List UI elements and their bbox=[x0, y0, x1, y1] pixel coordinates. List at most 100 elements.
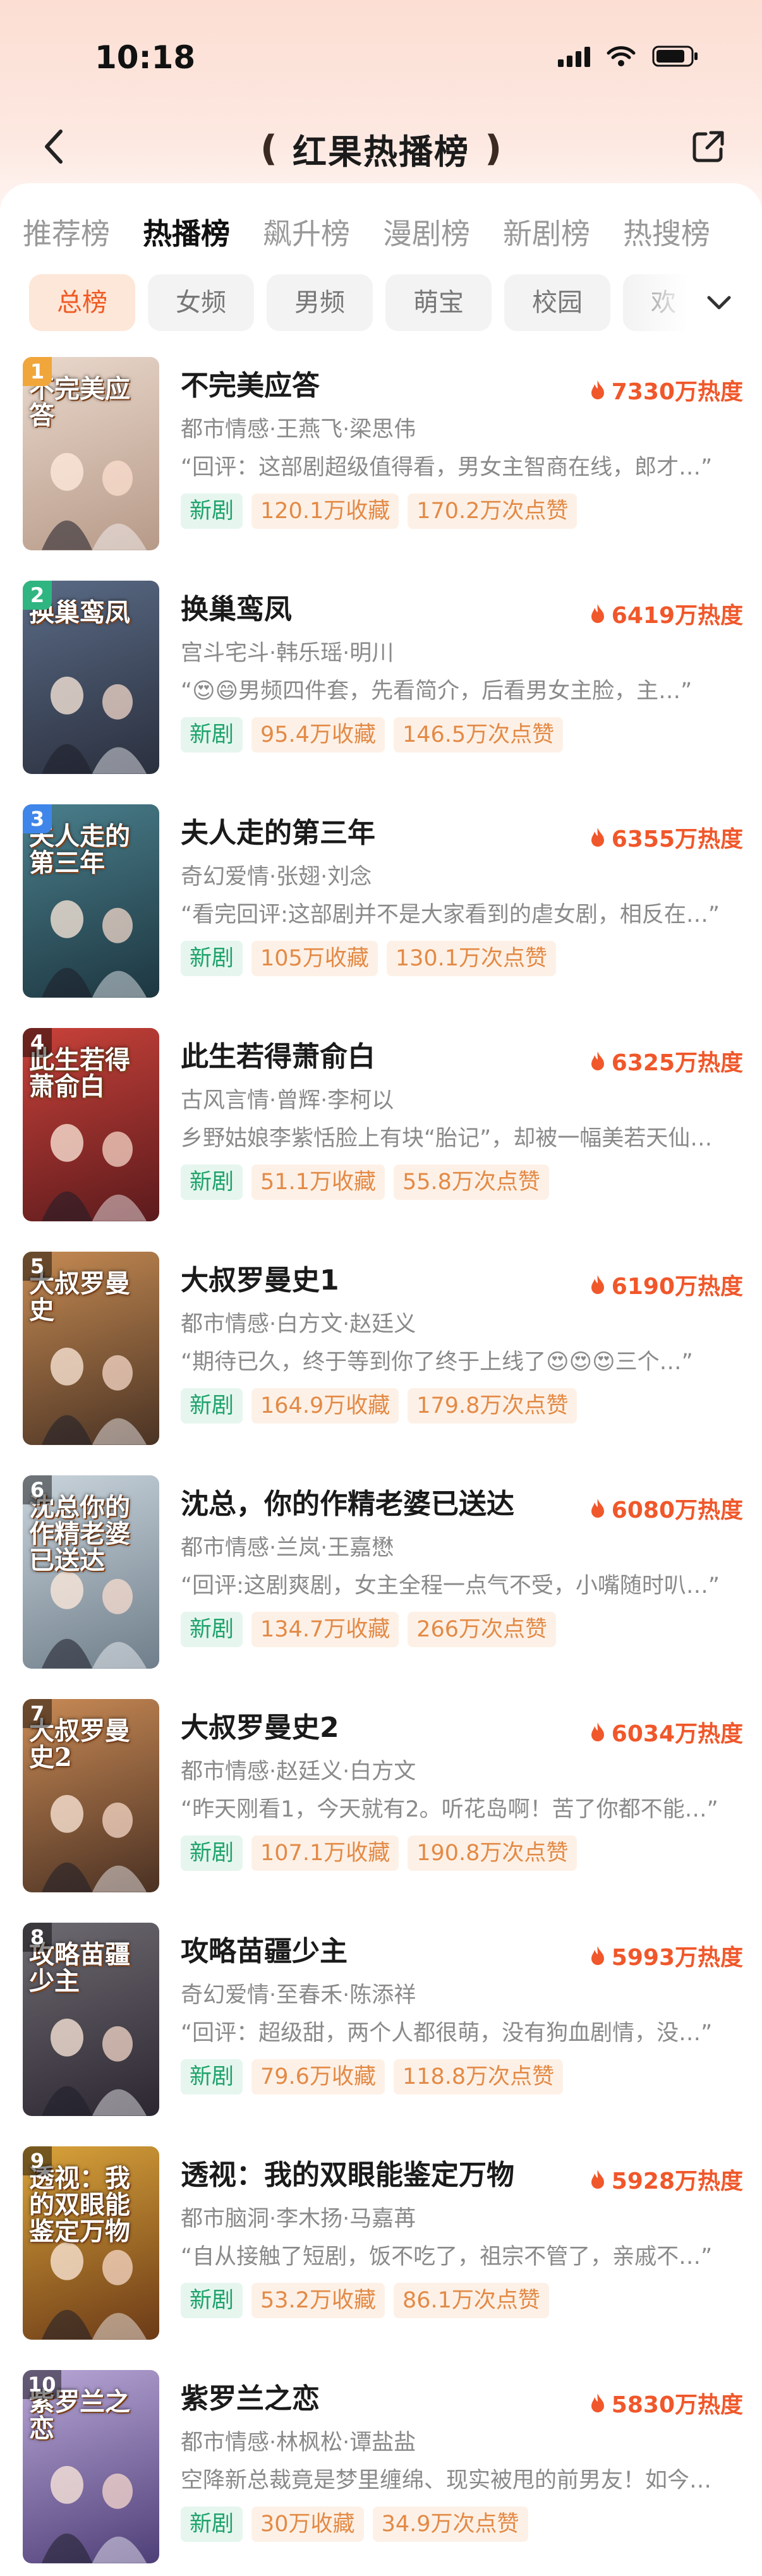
list-item[interactable]: 大叔罗曼史2 7 大叔罗曼史2 6034万热度 都市情感·赵廷义·白方文 “昨天… bbox=[0, 1699, 762, 1923]
heat-value: 6355万热度 bbox=[611, 826, 743, 852]
drama-title[interactable]: 不完美应答 bbox=[181, 367, 585, 405]
list-item[interactable]: 大叔罗曼史 5 大叔罗曼史1 6190万热度 都市情感·白方文·赵廷义 “期待已… bbox=[0, 1252, 762, 1475]
poster-figures bbox=[42, 2466, 147, 2563]
filter-chip-3[interactable]: 萌宝 bbox=[385, 274, 492, 331]
tag-row: 新剧 79.6万收藏 118.8万次点赞 bbox=[181, 2059, 743, 2095]
tab-1[interactable]: 热播榜 bbox=[143, 209, 230, 259]
heat-value: 6080万热度 bbox=[611, 1497, 743, 1523]
tab-0[interactable]: 推荐榜 bbox=[23, 209, 110, 259]
poster-image[interactable]: 沈总你的作精老婆已送达 6 bbox=[23, 1475, 159, 1669]
drama-title[interactable]: 紫罗兰之恋 bbox=[181, 2380, 585, 2418]
poster-image[interactable]: 紫罗兰之恋 10 bbox=[23, 2370, 159, 2563]
list-item[interactable]: 沈总你的作精老婆已送达 6 沈总，你的作精老婆已送达 6080万热度 都市情感·… bbox=[0, 1475, 762, 1699]
tab-2[interactable]: 飙升榜 bbox=[263, 209, 350, 259]
cellular-signal-icon bbox=[558, 45, 590, 67]
item-info: 紫罗兰之恋 5830万热度 都市情感·林枫松·谭盐盐 空降新总裁竟是梦里缠绵、现… bbox=[181, 2380, 743, 2542]
review-snippet: “自从接触了短剧，饭不吃了，祖宗不管了，亲戚不…” bbox=[181, 2244, 713, 2270]
flame-icon bbox=[591, 1051, 604, 1070]
favorites-count: 30万收藏 bbox=[251, 2506, 364, 2542]
rank-badge: 4 bbox=[23, 1028, 52, 1057]
poster-figures bbox=[42, 1795, 147, 1892]
drama-title[interactable]: 大叔罗曼史2 bbox=[181, 1709, 585, 1747]
flame-icon bbox=[591, 828, 604, 847]
heat-score: 6034万热度 bbox=[589, 1715, 743, 1748]
new-badge: 新剧 bbox=[181, 717, 243, 753]
drama-title[interactable]: 透视：我的双眼能鉴定万物 bbox=[181, 2156, 585, 2194]
poster-figures bbox=[42, 1124, 147, 1221]
review-snippet: 乡野姑娘李紫恬脸上有块“胎记”，却被一幅美若天仙… bbox=[181, 1126, 713, 1151]
poster-image[interactable]: 大叔罗曼史 5 bbox=[23, 1252, 159, 1445]
likes-count: 146.5万次点赞 bbox=[393, 717, 564, 753]
page-title-group: ❪ 红果热播榜 ❫ bbox=[0, 124, 762, 174]
list-item[interactable]: 夫人走的第三年 3 夫人走的第三年 6355万热度 奇幻爱情·张翅·刘念 “看完… bbox=[0, 804, 762, 1028]
rank-badge: 3 bbox=[23, 804, 52, 833]
favorites-count: 105万收藏 bbox=[251, 941, 378, 976]
tab-3[interactable]: 漫剧榜 bbox=[383, 209, 470, 259]
likes-count: 266万次点赞 bbox=[408, 1612, 557, 1647]
drama-title[interactable]: 此生若得萧俞白 bbox=[181, 1038, 585, 1076]
flame-icon bbox=[591, 1722, 604, 1741]
review-snippet: “😍😄男频四件套，先看简介，后看男女主脸，主…” bbox=[181, 679, 692, 704]
tag-row: 新剧 95.4万收藏 146.5万次点赞 bbox=[181, 717, 743, 753]
tag-row: 新剧 30万收藏 34.9万次点赞 bbox=[181, 2506, 743, 2542]
likes-count: 118.8万次点赞 bbox=[393, 2059, 564, 2095]
poster-image[interactable]: 换巢鸾凤 2 bbox=[23, 581, 159, 774]
poster-image[interactable]: 夫人走的第三年 3 bbox=[23, 804, 159, 998]
status-icons bbox=[558, 45, 699, 67]
drama-title[interactable]: 大叔罗曼史1 bbox=[181, 1262, 585, 1300]
filter-chip-2[interactable]: 男频 bbox=[267, 274, 373, 331]
tab-4[interactable]: 新剧榜 bbox=[503, 209, 590, 259]
new-badge: 新剧 bbox=[181, 941, 243, 976]
item-info: 大叔罗曼史1 6190万热度 都市情感·白方文·赵廷义 “期待已久，终于等到你了… bbox=[181, 1262, 743, 1424]
poster-figures bbox=[42, 1348, 147, 1445]
filter-chip-1[interactable]: 女频 bbox=[148, 274, 254, 331]
review-snippet: 空降新总裁竟是梦里缠绵、现实被甩的前男友！如今… bbox=[181, 2468, 712, 2493]
list-item[interactable]: 透视：我的双眼能鉴定万物 9 透视：我的双眼能鉴定万物 5928万热度 都市脑洞… bbox=[0, 2146, 762, 2370]
tab-5[interactable]: 热搜榜 bbox=[623, 209, 710, 259]
new-badge: 新剧 bbox=[181, 1612, 243, 1647]
poster-image[interactable]: 攻略苗疆少主 8 bbox=[23, 1923, 159, 2116]
list-item[interactable]: 攻略苗疆少主 8 攻略苗疆少主 5993万热度 奇幻爱情·至春禾·陈添祥 “回评… bbox=[0, 1923, 762, 2146]
flame-icon bbox=[591, 2170, 604, 2189]
ranking-list: 不完美应答 1 不完美应答 7330万热度 都市情感·王燕飞·梁思伟 “回评：这… bbox=[0, 357, 762, 2576]
poster-image[interactable]: 此生若得萧俞白 4 bbox=[23, 1028, 159, 1221]
poster-image[interactable]: 透视：我的双眼能鉴定万物 9 bbox=[23, 2146, 159, 2340]
filter-chip-4[interactable]: 校园 bbox=[504, 274, 610, 331]
ranking-tabs: 推荐榜 热播榜 飙升榜 漫剧榜 新剧榜 热搜榜 bbox=[23, 209, 762, 259]
genre-cast: 都市情感·王燕飞·梁思伟 bbox=[181, 417, 416, 442]
favorites-count: 51.1万收藏 bbox=[251, 1164, 385, 1200]
drama-title[interactable]: 攻略苗疆少主 bbox=[181, 1933, 585, 1971]
filter-chip-0[interactable]: 总榜 bbox=[29, 274, 135, 331]
poster-image[interactable]: 不完美应答 1 bbox=[23, 357, 159, 550]
heat-score: 5830万热度 bbox=[589, 2386, 743, 2419]
list-item[interactable]: 紫罗兰之恋 10 紫罗兰之恋 5830万热度 都市情感·林枫松·谭盐盐 空降新总… bbox=[0, 2370, 762, 2576]
filter-fade bbox=[626, 274, 689, 332]
favorites-count: 164.9万收藏 bbox=[251, 1388, 399, 1424]
review-snippet: “看完回评:这部剧并不是大家看到的虐女剧，相反在…” bbox=[181, 902, 720, 928]
item-info: 大叔罗曼史2 6034万热度 都市情感·赵廷义·白方文 “昨天刚看1，今天就有2… bbox=[181, 1709, 743, 1871]
tag-row: 新剧 105万收藏 130.1万次点赞 bbox=[181, 941, 743, 976]
wifi-icon bbox=[607, 45, 636, 67]
share-button[interactable] bbox=[686, 121, 730, 172]
tag-row: 新剧 107.1万收藏 190.8万次点赞 bbox=[181, 1835, 743, 1871]
heat-value: 6325万热度 bbox=[611, 1050, 743, 1076]
rank-badge: 9 bbox=[23, 2146, 52, 2175]
drama-title[interactable]: 沈总，你的作精老婆已送达 bbox=[181, 1485, 585, 1523]
chevron-down-icon bbox=[707, 296, 731, 310]
new-badge: 新剧 bbox=[181, 2506, 243, 2542]
nav-bar: ❪ 红果热播榜 ❫ bbox=[0, 114, 762, 183]
heat-score: 6325万热度 bbox=[589, 1044, 743, 1077]
item-info: 此生若得萧俞白 6325万热度 古风言情·曾辉·李柯以 乡野姑娘李紫恬脸上有块“… bbox=[181, 1038, 743, 1200]
likes-count: 190.8万次点赞 bbox=[408, 1835, 578, 1871]
likes-count: 130.1万次点赞 bbox=[386, 941, 557, 976]
expand-filters-button[interactable] bbox=[700, 284, 738, 322]
heat-score: 5928万热度 bbox=[589, 2163, 743, 2196]
drama-title[interactable]: 换巢鸾凤 bbox=[181, 591, 585, 629]
favorites-count: 53.2万收藏 bbox=[251, 2283, 385, 2318]
list-item[interactable]: 换巢鸾凤 2 换巢鸾凤 6419万热度 宫斗宅斗·韩乐瑶·明川 “😍😄男频四件套… bbox=[0, 581, 762, 804]
drama-title[interactable]: 夫人走的第三年 bbox=[181, 814, 585, 852]
poster-image[interactable]: 大叔罗曼史2 7 bbox=[23, 1699, 159, 1892]
list-item[interactable]: 此生若得萧俞白 4 此生若得萧俞白 6325万热度 古风言情·曾辉·李柯以 乡野… bbox=[0, 1028, 762, 1252]
flame-icon bbox=[591, 1946, 604, 1965]
list-item[interactable]: 不完美应答 1 不完美应答 7330万热度 都市情感·王燕飞·梁思伟 “回评：这… bbox=[0, 357, 762, 581]
